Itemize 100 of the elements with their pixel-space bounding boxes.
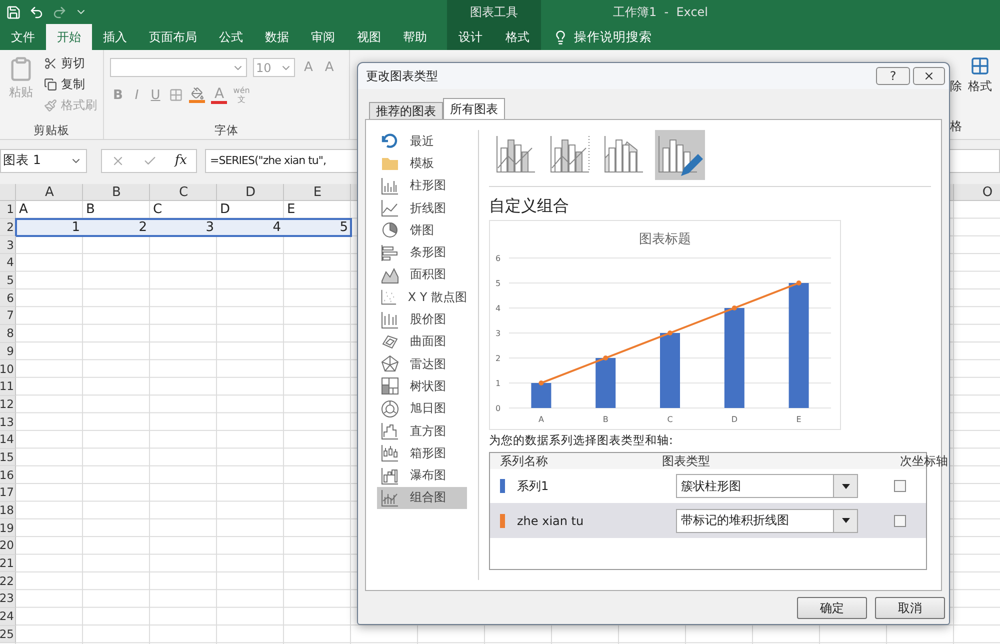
chart-type-item[interactable]: 饼图 [377,219,467,242]
table-cell: 1 [72,220,80,236]
row-header[interactable]: 17 [0,484,16,502]
table-cell: B [86,202,95,218]
row-header[interactable]: 7 [0,307,16,325]
column-header[interactable]: D [217,184,284,200]
selected-row[interactable]: zhe xian tu 带标记的堆积折线图 [490,503,926,538]
row-header[interactable]: 13 [0,413,16,431]
column-header[interactable]: C [150,184,217,200]
chart-type-item[interactable]: 直方图 [377,420,467,442]
row-header[interactable]: 19 [0,519,16,538]
chart-type-item[interactable]: 雷达图 [377,352,467,376]
table-cell: C [153,202,162,218]
row-header[interactable]: 21 [0,554,16,572]
column-header[interactable]: B [83,184,150,200]
chart-subtype-button[interactable] [655,130,705,180]
row-header[interactable]: 15 [0,448,16,466]
row-header[interactable]: 3 [0,236,16,254]
row-header[interactable]: 16 [0,466,16,484]
ribbon-tab[interactable]: 审阅 [300,24,346,50]
pie-chart-icon [380,220,400,240]
ok-button[interactable]: 确定 [797,597,867,619]
chart-type-dropdown[interactable]: 带标记的堆积折线图 [676,508,858,532]
chart-type-item[interactable]: 瀑布图 [377,464,467,487]
window-title: 工作簿1 - Excel [613,4,708,20]
chart-type-item[interactable]: 箱形图 [377,442,467,464]
chart-type-item[interactable]: 面积图 [377,264,467,286]
row-header[interactable]: 24 [0,608,16,626]
row-header[interactable]: 18 [0,502,16,520]
cancel-button[interactable]: 取消 [875,597,945,619]
box-plot-icon [380,443,400,464]
axis-tick-label: 4 [495,304,501,313]
waterfall-chart-icon [380,466,400,486]
row-header[interactable]: 14 [0,430,16,449]
chart-type-item[interactable]: X Y 散点图 [377,286,467,308]
chart-type-item[interactable]: 折线图 [377,196,467,220]
close-button[interactable] [913,67,945,85]
redo-icon[interactable] [52,4,67,20]
name-box[interactable]: 图表 1 [0,148,87,172]
row-header[interactable]: 25 [0,626,16,644]
tell-me-search[interactable]: 操作说明搜索 [574,28,652,46]
undo-icon[interactable] [29,4,44,20]
save-icon[interactable] [6,4,21,20]
ribbon-tab[interactable]: 开始 [46,24,92,50]
chart-type-dropdown[interactable]: 簇状柱形图 [676,474,858,498]
dialog-tab[interactable]: 推荐的图表 [369,102,443,120]
caret-icon [842,518,850,523]
row-header[interactable]: 20 [0,537,16,555]
row-header[interactable]: 10 [0,360,16,378]
chart-type-item[interactable]: 组合图 [377,486,467,510]
row-header[interactable]: 8 [0,324,16,342]
format-button[interactable]: 格式 [968,56,992,95]
column-header[interactable]: E [284,184,351,200]
copy-icon [44,78,57,91]
ribbon-tab[interactable]: 设计 [447,24,494,50]
ribbon-tab[interactable]: 页面布局 [138,24,208,50]
combo-chart-icon [380,488,400,508]
cut-button[interactable]: 剪切 [42,54,99,73]
chart-type-item[interactable]: 最近 [377,130,467,152]
border-icon[interactable] [169,88,184,102]
dialog-tab[interactable]: 所有图表 [443,98,505,120]
ribbon-tab[interactable]: 公式 [208,24,254,50]
help-button[interactable]: ? [876,67,910,85]
row-header[interactable]: 4 [0,254,16,272]
chart-type-item[interactable]: 树状图 [377,375,467,398]
row-header[interactable]: 12 [0,396,16,414]
ribbon-tab[interactable]: 格式 [494,24,541,50]
ribbon-tab[interactable]: 数据 [254,24,300,50]
chart-type-item[interactable]: 条形图 [377,241,467,264]
column-header[interactable]: A [16,184,83,200]
dialog-title: 更改图表类型 [366,68,438,84]
secondary-axis-checkbox[interactable] [894,480,906,492]
row-header[interactable]: 22 [0,572,16,590]
row-header[interactable]: 6 [0,289,16,308]
ribbon-tab[interactable]: 帮助 [392,24,438,50]
bar [596,358,616,408]
chart-type-item[interactable]: 曲面图 [377,330,467,353]
close-icon [923,70,935,82]
ribbon-tab[interactable]: 视图 [346,24,392,50]
column-header[interactable]: O [954,184,1000,200]
fill-color-button[interactable] [189,87,206,103]
chart-type-item[interactable]: 股价图 [377,308,467,331]
table-cell: 3 [206,220,214,236]
secondary-axis-checkbox[interactable] [894,514,906,526]
row-header[interactable]: 1 [0,201,16,219]
chart-type-item[interactable]: 柱形图 [377,174,467,197]
chart-type-item[interactable]: 模板 [377,152,467,175]
ribbon-tab[interactable]: 插入 [92,24,138,50]
insert-function-button[interactable]: fx [174,153,187,168]
row-header[interactable]: 11 [0,378,16,396]
copy-button[interactable]: 复制 [42,75,99,94]
ribbon-tab[interactable]: 文件 [0,24,46,50]
section-heading: 自定义组合 [489,194,570,216]
row-header[interactable]: 5 [0,272,16,290]
row-header[interactable]: 23 [0,590,16,608]
clear-button[interactable]: 除 [950,78,962,95]
chart-type-item[interactable]: 旭日图 [377,398,467,420]
series-prompt: 为您的数据系列选择图表类型和轴: [489,433,674,448]
font-name-field[interactable] [110,58,247,77]
row-header[interactable]: 9 [0,342,16,360]
